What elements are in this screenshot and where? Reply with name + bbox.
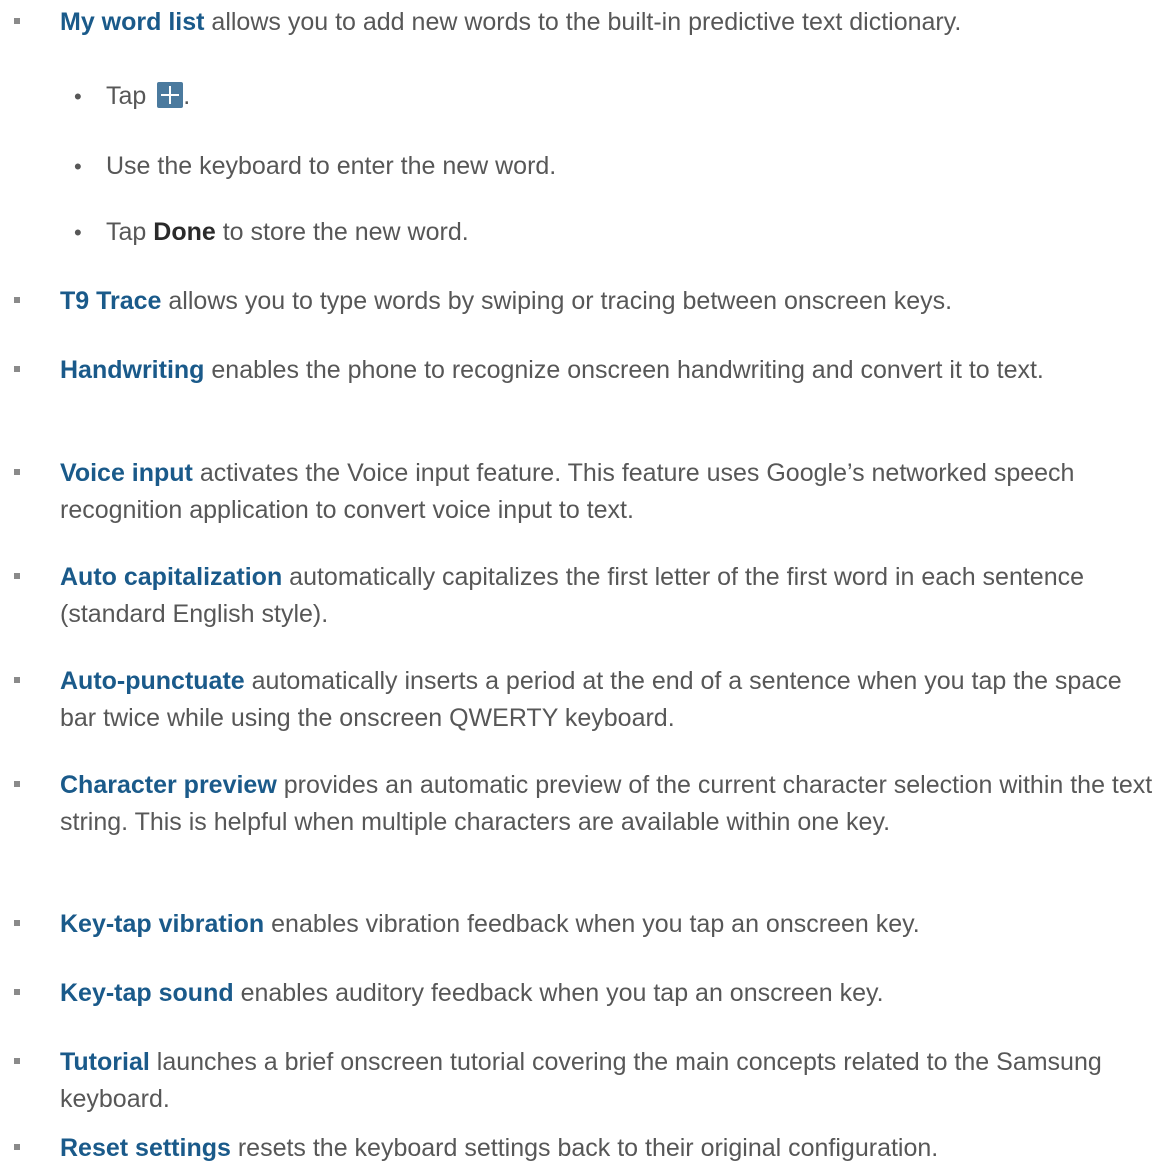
item-term: Auto-punctuate	[60, 667, 245, 695]
square-bullet-icon	[14, 1058, 20, 1064]
square-bullet-icon	[14, 366, 20, 372]
list-item-auto-punctuate: Auto-punctuate automatically inserts a p…	[14, 663, 1160, 737]
sub-item-text: Use the keyboard to enter the new word.	[106, 152, 557, 180]
list-item-voice-input: Voice input activates the Voice input fe…	[14, 455, 1160, 529]
square-bullet-icon	[14, 18, 20, 24]
list-item-tutorial: Tutorial launches a brief onscreen tutor…	[14, 1044, 1160, 1118]
round-bullet-icon: •	[74, 84, 82, 109]
item-term: T9 Trace	[60, 287, 162, 315]
square-bullet-icon	[14, 920, 20, 926]
item-term: Key-tap sound	[60, 979, 234, 1007]
square-bullet-icon	[14, 677, 20, 683]
list-item-key-tap-vibration: Key-tap vibration enables vibration feed…	[14, 906, 1160, 943]
plus-icon	[157, 82, 184, 108]
square-bullet-icon	[14, 1144, 20, 1150]
item-term: Reset settings	[60, 1134, 231, 1162]
sub-item-prefix: Tap	[106, 82, 154, 110]
sub-item-tap-plus: • Tap .	[74, 78, 1106, 115]
list-item-key-tap-sound: Key-tap sound enables auditory feedback …	[14, 975, 1160, 1012]
list-item-character-preview: Character preview provides an automatic …	[14, 767, 1160, 841]
item-description: enables auditory feedback when you tap a…	[233, 979, 884, 1007]
round-bullet-icon: •	[74, 220, 82, 245]
square-bullet-icon	[14, 469, 20, 475]
item-term: Tutorial	[60, 1048, 150, 1076]
settings-description-list: My word list allows you to add new words…	[0, 0, 1172, 1171]
list-item-reset-settings: Reset settings resets the keyboard setti…	[14, 1130, 1160, 1167]
list-item-handwriting: Handwriting enables the phone to recogni…	[14, 352, 1160, 389]
sub-item-enter-word: • Use the keyboard to enter the new word…	[74, 148, 1106, 185]
sub-item-suffix: to store the new word.	[215, 218, 469, 246]
list-item-t9-trace: T9 Trace allows you to type words by swi…	[14, 283, 1160, 320]
item-description: allows you to add new words to the built…	[204, 8, 962, 36]
list-item-my-word-list: My word list allows you to add new words…	[14, 4, 1160, 41]
list-item-auto-capitalization: Auto capitalization automatically capita…	[14, 559, 1160, 633]
square-bullet-icon	[14, 297, 20, 303]
item-term: Handwriting	[60, 356, 205, 384]
round-bullet-icon: •	[74, 154, 82, 179]
item-description: allows you to type words by swiping or t…	[161, 287, 953, 315]
item-term: Voice input	[60, 459, 193, 487]
sub-item-prefix: Tap	[106, 218, 154, 246]
item-term: Character preview	[60, 771, 277, 799]
sub-item-suffix: .	[183, 82, 191, 110]
item-term: Key-tap vibration	[60, 910, 265, 938]
item-description: launches a brief onscreen tutorial cover…	[60, 1048, 1102, 1113]
sub-item-term: Done	[153, 218, 216, 246]
item-term: Auto capitalization	[60, 563, 283, 591]
item-description: resets the keyboard settings back to the…	[230, 1134, 939, 1162]
item-description: activates the Voice input feature. This …	[60, 459, 1075, 524]
square-bullet-icon	[14, 989, 20, 995]
square-bullet-icon	[14, 573, 20, 579]
item-term: My word list	[60, 8, 205, 36]
item-description: enables vibration feedback when you tap …	[264, 910, 920, 938]
item-description: enables the phone to recognize onscreen …	[204, 356, 1044, 384]
square-bullet-icon	[14, 781, 20, 787]
sub-item-tap-done: • Tap Done to store the new word.	[74, 214, 1106, 251]
